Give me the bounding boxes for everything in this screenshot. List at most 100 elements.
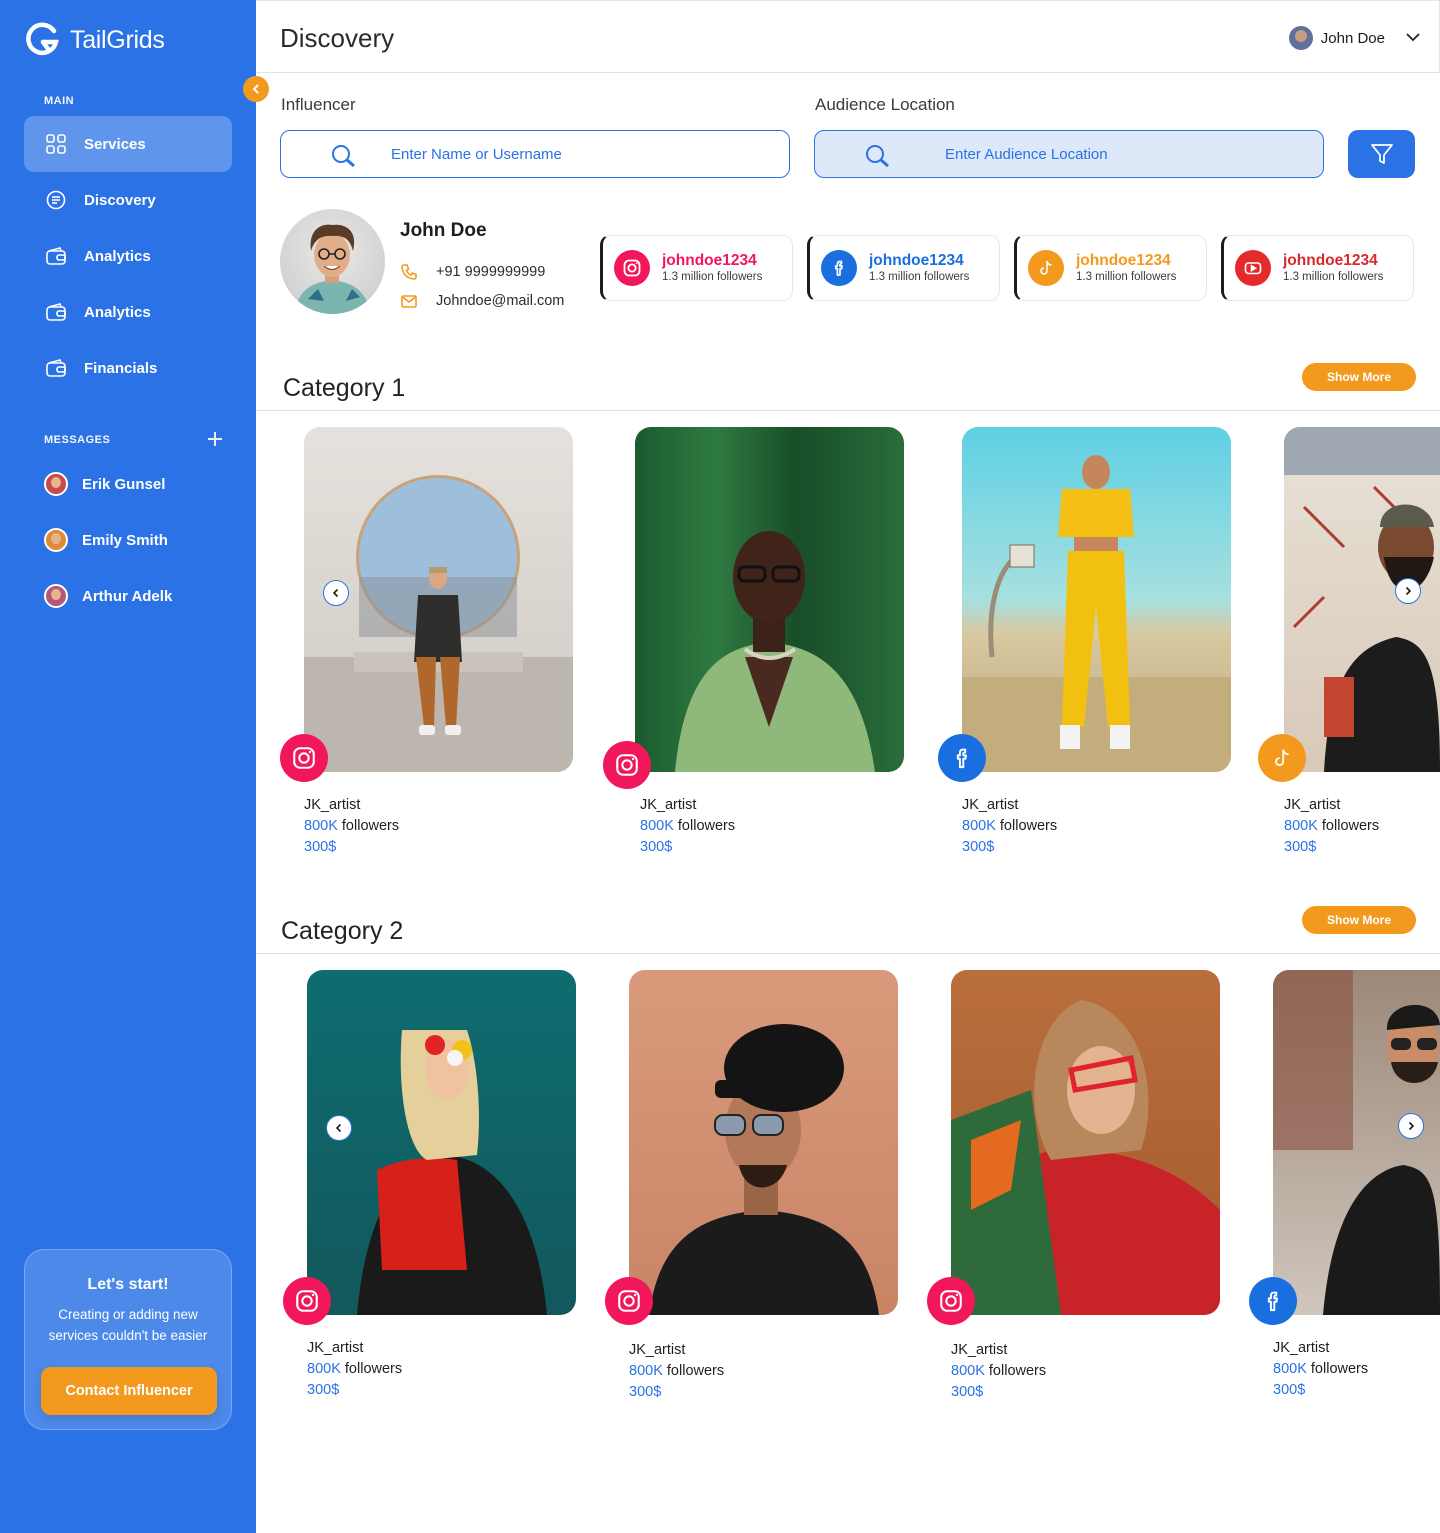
category-1-show-more-button[interactable]: Show More — [1302, 363, 1416, 391]
audience-location-input[interactable] — [945, 143, 1315, 165]
influencer-price: 300$ — [304, 839, 337, 855]
sidebar-item-discovery[interactable]: Discovery — [24, 172, 232, 228]
social-handle: johndoe1234 — [869, 252, 964, 269]
influencer-photo[interactable] — [951, 970, 1220, 1315]
social-card-tiktok[interactable]: johndoe1234 1.3 million followers — [1014, 235, 1207, 301]
sidebar-item-analytics[interactable]: Analytics — [24, 228, 232, 284]
instagram-icon — [603, 741, 651, 789]
influencer-price: 300$ — [951, 1384, 984, 1400]
phone-icon — [401, 264, 417, 280]
carousel-prev-button[interactable] — [323, 580, 349, 606]
add-message-icon[interactable] — [206, 430, 224, 448]
category-2-title: Category 2 — [281, 917, 404, 945]
social-handle: johndoe1234 — [1076, 252, 1171, 269]
message-item-emily-smith[interactable]: Emily Smith — [44, 528, 168, 552]
collapse-sidebar-button[interactable] — [243, 76, 269, 102]
message-item-arthur-adelk[interactable]: Arthur Adelk — [44, 584, 172, 608]
influencer-followers: 800K followers — [1273, 1361, 1369, 1377]
social-card-instagram[interactable]: johndoe1234 1.3 million followers — [600, 235, 793, 301]
chevron-left-icon — [252, 84, 259, 94]
influencer-name: JK_artist — [640, 797, 697, 813]
profile-phone-text: +91 9999999999 — [436, 264, 546, 280]
influencer-name: JK_artist — [1284, 797, 1341, 813]
influencer-photo[interactable] — [962, 427, 1231, 772]
audience-location-search[interactable] — [814, 130, 1324, 178]
wallet-icon — [44, 300, 68, 324]
influencer-photo[interactable] — [307, 970, 576, 1315]
chevron-right-icon — [1408, 1121, 1415, 1131]
influencer-search-input[interactable] — [391, 143, 761, 165]
influencer-photo[interactable] — [629, 970, 898, 1315]
get-started-title: Let's start! — [87, 1276, 169, 1293]
influencer-photo[interactable] — [635, 427, 904, 772]
contact-influencer-button[interactable]: Contact Influencer — [41, 1367, 217, 1415]
social-card-youtube[interactable]: johndoe1234 1.3 million followers — [1221, 235, 1414, 301]
sidebar-item-label: Analytics — [84, 303, 151, 321]
carousel-prev-button[interactable] — [326, 1115, 352, 1141]
facebook-icon — [821, 250, 857, 286]
page-title: Discovery — [280, 23, 395, 53]
influencer-card-info: JK_artist 800K followers 300$ — [951, 1340, 1046, 1403]
wallet-icon — [44, 244, 68, 268]
profile-email-text: Johndoe@mail.com — [436, 293, 565, 309]
sidebar-item-analytics-2[interactable]: Analytics — [24, 284, 232, 340]
influencer-followers: 800K followers — [1284, 818, 1380, 834]
influencer-name: JK_artist — [1273, 1340, 1330, 1356]
brand-logo[interactable]: TailGrids — [24, 22, 165, 58]
instagram-icon — [280, 734, 328, 782]
influencer-card-info: JK_artist 800K followers 300$ — [1273, 1338, 1368, 1401]
audience-location-label: Audience Location — [815, 95, 955, 114]
instagram-icon — [614, 250, 650, 286]
sidebar-item-services[interactable]: Services — [24, 116, 232, 172]
social-followers: 1.3 million followers — [1283, 271, 1384, 283]
tiktok-icon — [1028, 250, 1064, 286]
category-1-divider — [256, 410, 1440, 411]
youtube-icon — [1235, 250, 1271, 286]
influencer-followers: 800K followers — [951, 1363, 1047, 1379]
instagram-icon — [605, 1277, 653, 1325]
message-contact-name: Erik Gunsel — [82, 475, 166, 493]
influencer-card-info: JK_artist 800K followers 300$ — [1284, 795, 1379, 858]
facebook-icon — [938, 734, 986, 782]
category-2-show-more-button[interactable]: Show More — [1302, 906, 1416, 934]
avatar — [44, 584, 68, 608]
social-followers: 1.3 million followers — [1076, 271, 1177, 283]
influencer-card-info: JK_artist 800K followers 300$ — [640, 795, 735, 858]
influencer-photo[interactable] — [1273, 970, 1440, 1315]
profile-photo — [280, 209, 385, 314]
avatar — [1288, 26, 1313, 50]
category-2-divider — [256, 953, 1440, 954]
instagram-icon — [283, 1277, 331, 1325]
influencer-card-info: JK_artist 800K followers 300$ — [962, 795, 1057, 858]
filter-button[interactable] — [1348, 130, 1415, 178]
social-followers: 1.3 million followers — [662, 271, 763, 283]
influencer-followers: 800K followers — [640, 818, 736, 834]
top-header: Discovery John Doe — [256, 0, 1440, 73]
social-followers: 1.3 million followers — [869, 271, 970, 283]
carousel-next-button[interactable] — [1395, 578, 1421, 604]
user-name: John Doe — [1320, 29, 1385, 47]
influencer-name: JK_artist — [304, 797, 361, 813]
influencer-price: 300$ — [307, 1382, 340, 1398]
messages-section-label: MESSAGES — [44, 434, 111, 446]
influencer-price: 300$ — [640, 839, 673, 855]
get-started-description: Creating or adding new services couldn't… — [48, 1307, 208, 1343]
message-item-erik-gunsel[interactable]: Erik Gunsel — [44, 472, 165, 496]
sidebar: TailGrids MAIN Services Discovery Analyt… — [0, 0, 256, 1533]
influencer-name: JK_artist — [962, 797, 1019, 813]
grid-icon — [44, 132, 68, 156]
sidebar-item-label: Analytics — [84, 247, 151, 265]
carousel-next-button[interactable] — [1398, 1113, 1424, 1139]
social-handle: johndoe1234 — [1283, 252, 1378, 269]
message-contact-name: Emily Smith — [82, 531, 168, 549]
user-menu[interactable]: John Doe — [1288, 26, 1423, 50]
main-section-label: MAIN — [44, 95, 75, 107]
mail-icon — [401, 295, 417, 308]
social-card-facebook[interactable]: johndoe1234 1.3 million followers — [807, 235, 1000, 301]
profile-phone: +91 9999999999 — [400, 263, 545, 281]
sidebar-item-financials[interactable]: Financials — [24, 340, 232, 396]
influencer-search[interactable] — [280, 130, 790, 178]
filter-icon — [1370, 144, 1393, 164]
sidebar-item-label: Discovery — [84, 191, 156, 209]
influencer-followers: 800K followers — [307, 1361, 403, 1377]
